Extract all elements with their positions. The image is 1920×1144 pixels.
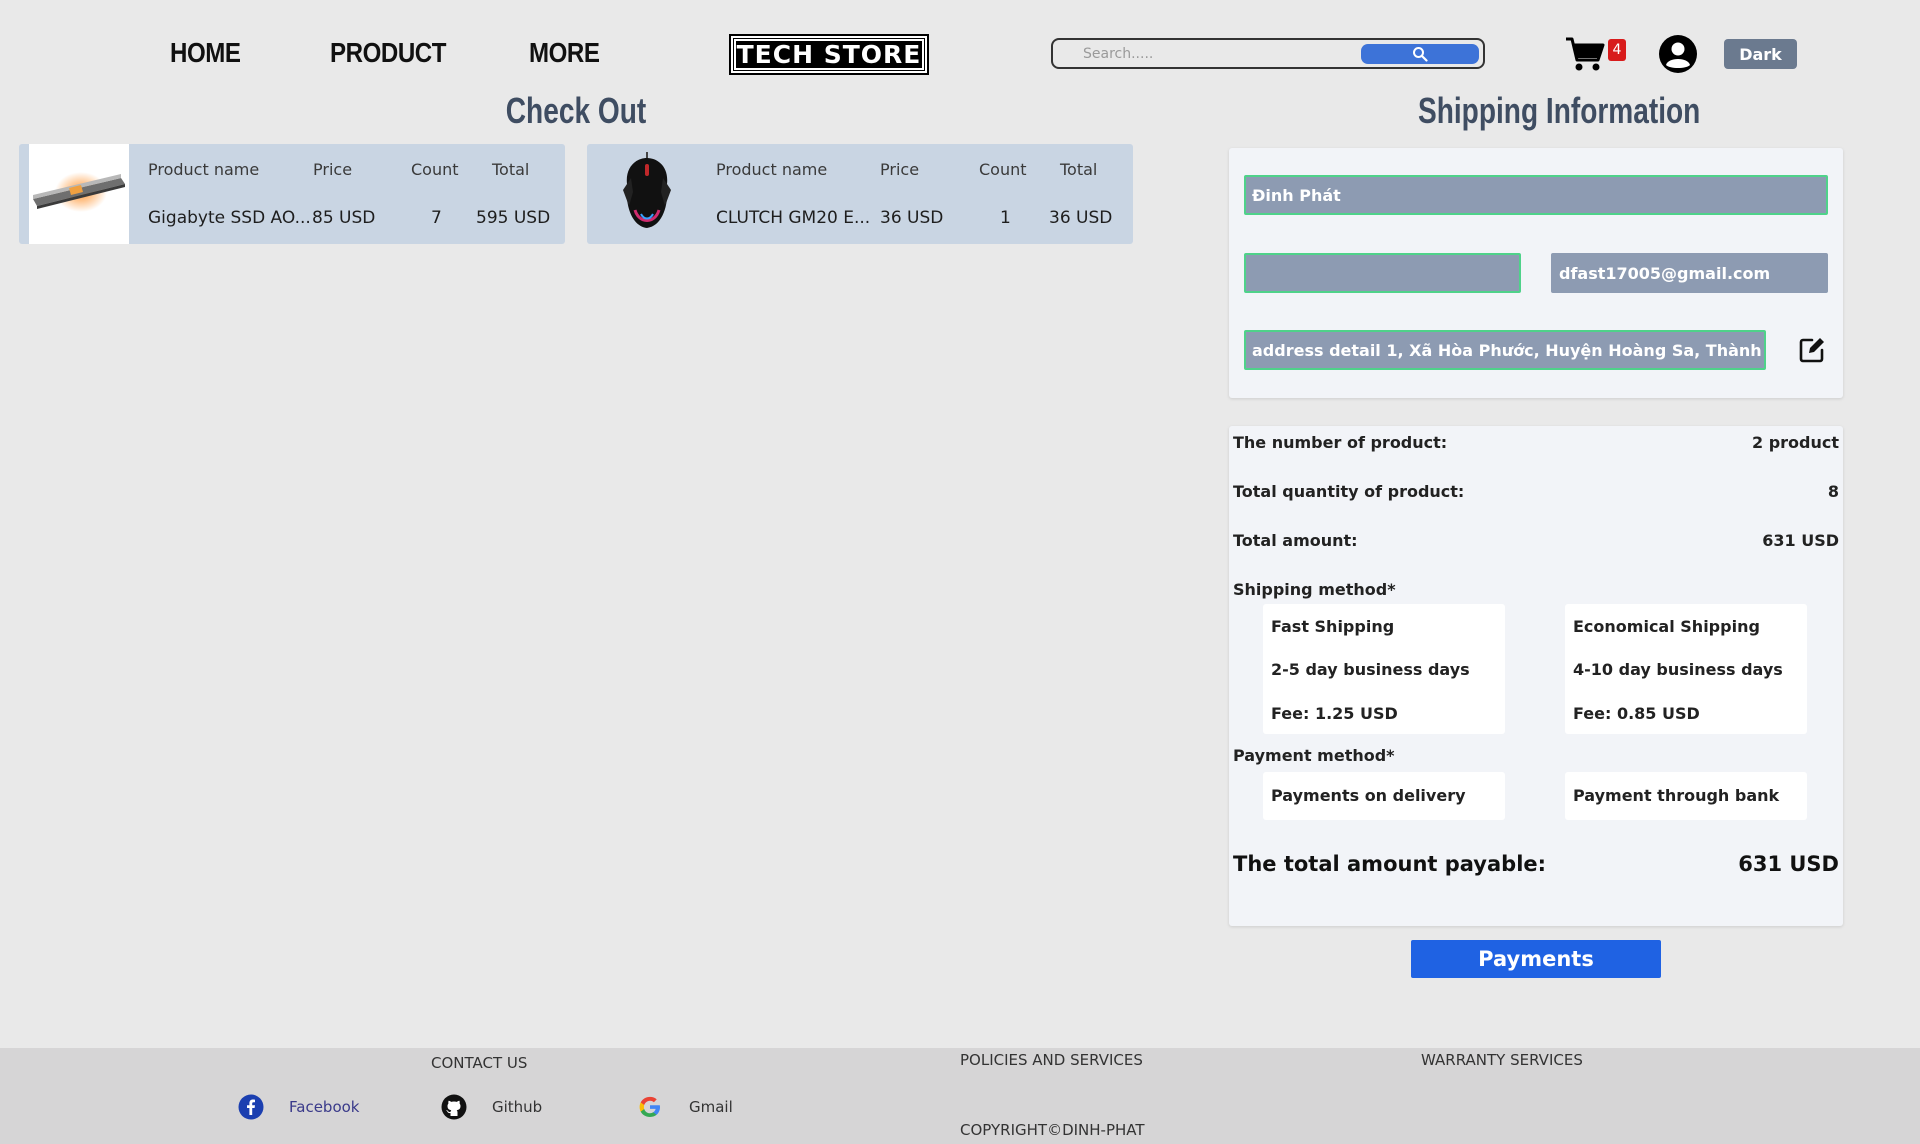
shipping-title: Shipping Information — [1418, 90, 1701, 131]
facebook-icon — [238, 1094, 264, 1120]
cart-icon[interactable] — [1565, 36, 1605, 72]
item-price: 36 USD — [880, 208, 944, 228]
num-products-label: The number of product: — [1233, 433, 1448, 452]
phone-field[interactable] — [1244, 253, 1521, 293]
header-product-name: Product name — [716, 160, 828, 179]
header-price: Price — [313, 160, 353, 179]
product-image — [29, 144, 129, 244]
shipping-option-fast[interactable]: Fast Shipping 2-5 day business days Fee:… — [1263, 604, 1505, 734]
total-quantity-value: 8 — [1827, 482, 1839, 501]
nav-more-link[interactable]: MORE — [529, 37, 600, 69]
shipping-method-label: Shipping method* — [1233, 580, 1396, 599]
total-payable-label: The total amount payable: — [1233, 852, 1547, 876]
payments-button[interactable]: Payments — [1411, 940, 1661, 978]
header-count: Count — [979, 160, 1027, 179]
footer-warranty-link[interactable]: WARRANTY SERVICES — [1421, 1051, 1583, 1069]
item-name: CLUTCH GM20 E... — [716, 208, 871, 228]
footer-copyright: COPYRIGHT©DINH-PHAT — [960, 1121, 1145, 1139]
checkout-item[interactable]: Product name Price Count Total CLUTCH GM… — [587, 144, 1133, 244]
search-bar — [1051, 38, 1485, 69]
option-duration: 4-10 day business days — [1573, 660, 1783, 679]
product-image — [597, 144, 697, 244]
email-field[interactable]: dfast17005@gmail.com — [1551, 253, 1828, 293]
footer-facebook-link[interactable]: Facebook — [238, 1094, 359, 1120]
item-count: 7 — [431, 208, 442, 228]
checkout-item[interactable]: Product name Price Count Total Gigabyte … — [19, 144, 565, 244]
mouse-image — [623, 152, 671, 228]
search-icon — [1413, 47, 1428, 62]
header-price: Price — [880, 160, 920, 179]
payment-option-delivery[interactable]: Payments on delivery — [1263, 772, 1505, 820]
option-title: Payment through bank — [1573, 786, 1780, 805]
option-title: Economical Shipping — [1573, 617, 1760, 636]
total-payable-value: 631 USD — [1738, 852, 1839, 876]
item-total: 36 USD — [1049, 208, 1113, 228]
facebook-label: Facebook — [289, 1098, 360, 1116]
footer-policies-link[interactable]: POLICIES AND SERVICES — [960, 1051, 1143, 1069]
header-total: Total — [1060, 160, 1098, 179]
gmail-label: Gmail — [689, 1098, 733, 1116]
dark-mode-button[interactable]: Dark — [1724, 39, 1797, 69]
payment-method-label: Payment method* — [1233, 746, 1395, 765]
item-count: 1 — [1000, 208, 1011, 228]
github-label: Github — [492, 1098, 543, 1116]
option-fee: Fee: 1.25 USD — [1271, 704, 1398, 723]
ssd-image — [33, 172, 125, 212]
header-product-name: Product name — [148, 160, 260, 179]
total-amount-value: 631 USD — [1762, 531, 1839, 550]
github-icon — [441, 1094, 467, 1120]
footer-contact-heading: CONTACT US — [431, 1054, 528, 1072]
nav-home-link[interactable]: HOME — [170, 37, 241, 69]
payment-option-bank[interactable]: Payment through bank — [1565, 772, 1807, 820]
cart-count-badge: 4 — [1608, 39, 1626, 61]
edit-address-icon[interactable] — [1798, 336, 1826, 364]
item-name: Gigabyte SSD AO... — [148, 208, 311, 228]
option-title: Fast Shipping — [1271, 617, 1395, 636]
header-count: Count — [411, 160, 459, 179]
google-icon — [639, 1096, 660, 1117]
header-total: Total — [492, 160, 530, 179]
shipping-option-economical[interactable]: Economical Shipping 4-10 day business da… — [1565, 604, 1807, 734]
nav-product-link[interactable]: PRODUCT — [330, 37, 446, 69]
fullname-field[interactable]: Đinh Phát — [1244, 175, 1828, 215]
item-total: 595 USD — [476, 208, 551, 228]
search-input[interactable] — [1083, 44, 1353, 64]
option-duration: 2-5 day business days — [1271, 660, 1470, 679]
user-avatar-icon[interactable] — [1658, 34, 1698, 74]
search-button[interactable] — [1361, 44, 1479, 64]
address-field[interactable]: address detail 1, Xã Hòa Phước, Huyện Ho… — [1244, 330, 1766, 370]
total-quantity-label: Total quantity of product: — [1233, 482, 1465, 501]
store-logo[interactable]: TECH STORE — [729, 34, 929, 75]
num-products-value: 2 product — [1751, 433, 1839, 452]
footer-gmail-link[interactable]: Gmail — [637, 1094, 733, 1120]
store-logo-text: TECH STORE — [733, 38, 925, 71]
option-fee: Fee: 0.85 USD — [1573, 704, 1700, 723]
total-amount-label: Total amount: — [1233, 531, 1358, 550]
footer-github-link[interactable]: Github — [441, 1094, 542, 1120]
option-title: Payments on delivery — [1271, 786, 1466, 805]
item-price: 85 USD — [312, 208, 376, 228]
checkout-title: Check Out — [505, 90, 647, 131]
